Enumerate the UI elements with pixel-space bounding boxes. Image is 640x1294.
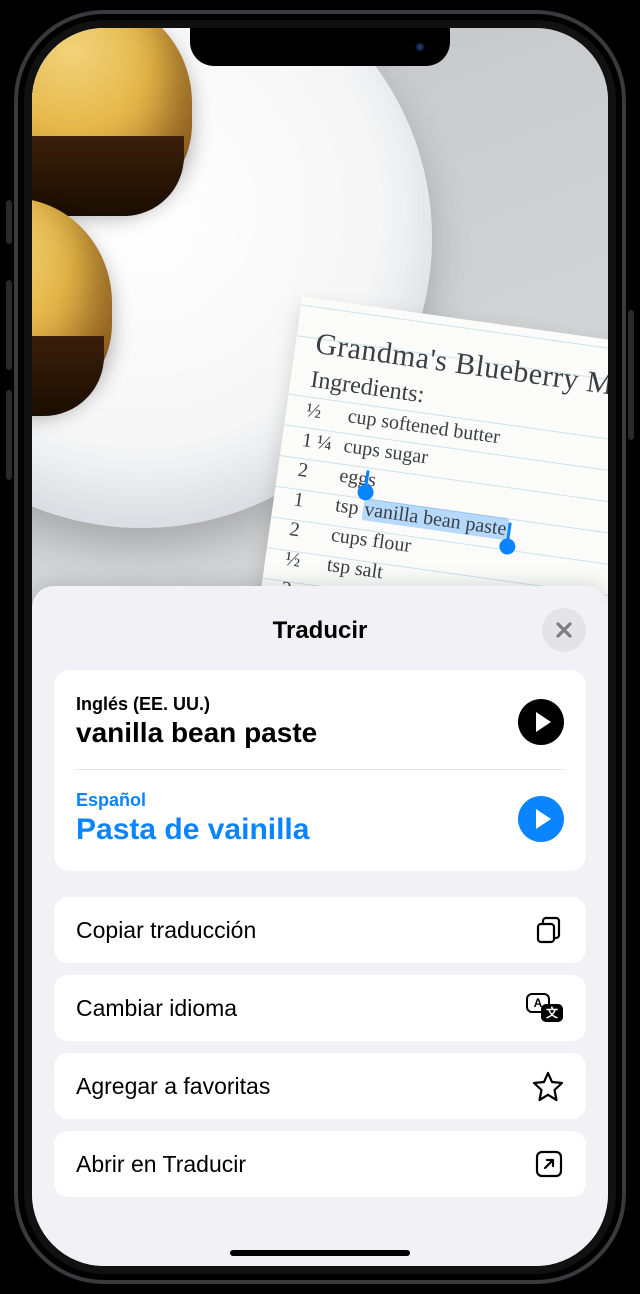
close-icon <box>554 620 574 640</box>
action-list: Copiar traducción Cambiar idioma A 文 <box>54 897 586 1197</box>
action-label: Agregar a favoritas <box>76 1073 270 1100</box>
target-text: Pasta de vainilla <box>76 813 502 847</box>
play-source-button[interactable] <box>518 699 564 745</box>
screen: Grandma's Blueberry Muffins Ingredients:… <box>32 28 608 1266</box>
open-icon <box>534 1149 564 1179</box>
volume-down-button <box>6 390 12 480</box>
translation-card: Inglés (EE. UU.) vanilla bean paste Espa… <box>54 670 586 871</box>
muffin <box>32 28 192 208</box>
copy-icon <box>532 914 564 946</box>
play-target-button[interactable] <box>518 796 564 842</box>
copy-translation-button[interactable]: Copiar traducción <box>54 897 586 963</box>
close-button[interactable] <box>542 608 586 652</box>
action-label: Abrir en Traducir <box>76 1151 246 1178</box>
target-row: Español Pasta de vainilla <box>76 769 564 867</box>
translate-sheet: Traducir Inglés (EE. UU.) vanilla bean p… <box>32 586 608 1266</box>
source-row: Inglés (EE. UU.) vanilla bean paste <box>76 674 564 769</box>
add-favorites-button[interactable]: Agregar a favoritas <box>54 1053 586 1119</box>
star-icon <box>532 1070 564 1102</box>
notch <box>190 28 450 66</box>
action-label: Cambiar idioma <box>76 995 237 1022</box>
power-button <box>628 310 634 440</box>
action-label: Copiar traducción <box>76 917 256 944</box>
sheet-title: Traducir <box>273 617 368 645</box>
phone-frame: Grandma's Blueberry Muffins Ingredients:… <box>14 10 626 1284</box>
play-icon <box>536 809 551 829</box>
change-language-button[interactable]: Cambiar idioma A 文 <box>54 975 586 1041</box>
volume-up-button <box>6 280 12 370</box>
target-language: Español <box>76 790 502 811</box>
sheet-header: Traducir <box>54 606 586 656</box>
source-language: Inglés (EE. UU.) <box>76 694 502 715</box>
silence-switch <box>6 200 12 244</box>
front-camera <box>414 41 426 53</box>
svg-text:文: 文 <box>546 1005 559 1020</box>
play-icon <box>536 712 551 732</box>
open-in-translate-button[interactable]: Abrir en Traducir <box>54 1131 586 1197</box>
home-indicator[interactable] <box>230 1250 410 1256</box>
source-text: vanilla bean paste <box>76 717 502 749</box>
translate-icon: A 文 <box>526 993 564 1023</box>
